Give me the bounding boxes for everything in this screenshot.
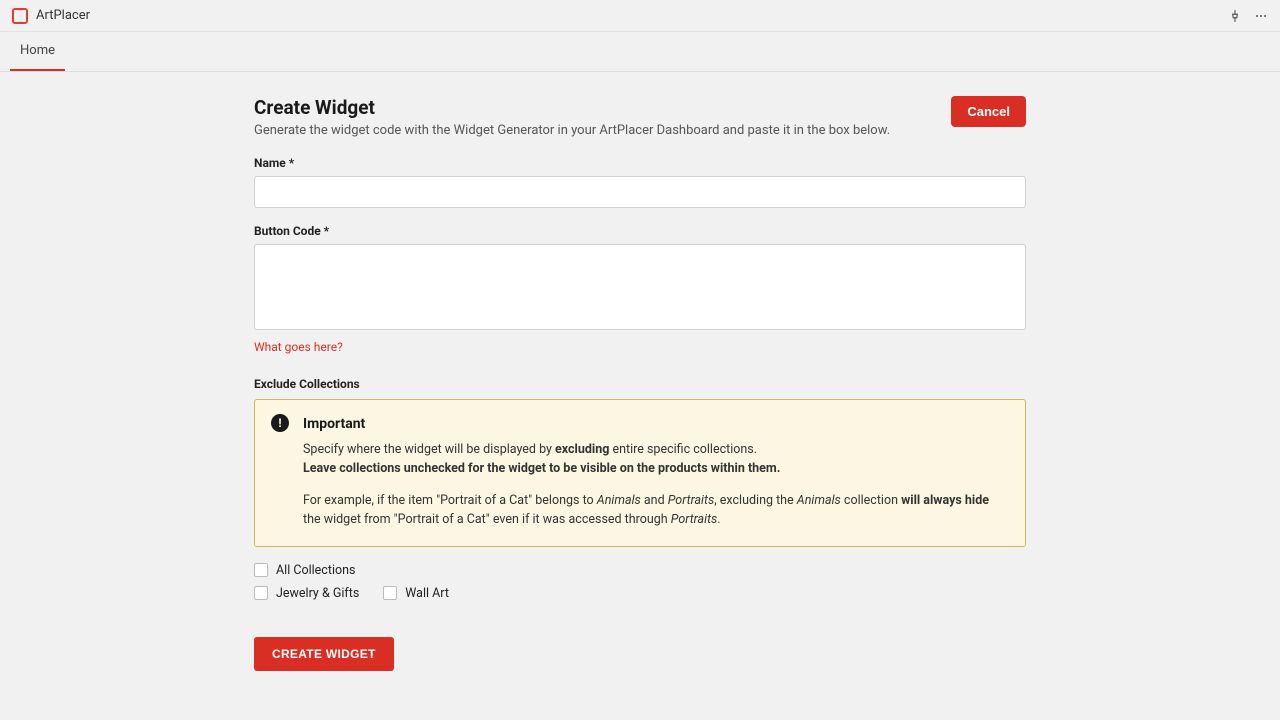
alert-body: Specify where the widget will be display… [303,440,1009,530]
important-alert: ! Important Specify where the widget wil… [254,399,1026,547]
create-widget-button[interactable]: CREATE WIDGET [254,637,394,671]
page-title: Create Widget [254,96,890,119]
checkbox-wallart[interactable]: Wall Art [383,586,449,601]
top-bar: ArtPlacer [0,0,1280,32]
name-input[interactable] [254,176,1026,208]
cancel-button[interactable]: Cancel [951,96,1026,127]
app-logo [12,8,28,24]
checkbox-icon[interactable] [254,586,268,600]
help-link[interactable]: What goes here? [254,340,343,354]
pin-icon[interactable] [1228,9,1242,23]
exclude-collections-label: Exclude Collections [254,377,1026,391]
name-label: Name * [254,156,1026,170]
tab-home[interactable]: Home [10,32,65,71]
app-name: ArtPlacer [36,8,90,23]
tab-bar: Home [0,32,1280,72]
button-code-label: Button Code * [254,224,1026,238]
alert-icon: ! [271,414,289,432]
checkbox-label: All Collections [276,563,355,578]
alert-title: Important [303,416,1009,432]
checkbox-icon[interactable] [383,586,397,600]
more-icon[interactable] [1254,9,1268,23]
checkbox-jewelry[interactable]: Jewelry & Gifts [254,586,359,601]
button-code-input[interactable] [254,244,1026,330]
checkbox-label: Wall Art [405,586,449,601]
checkbox-label: Jewelry & Gifts [276,586,359,601]
page-subtitle: Generate the widget code with the Widget… [254,123,890,138]
checkbox-icon[interactable] [254,563,268,577]
checkbox-all-collections[interactable]: All Collections [254,563,1026,578]
